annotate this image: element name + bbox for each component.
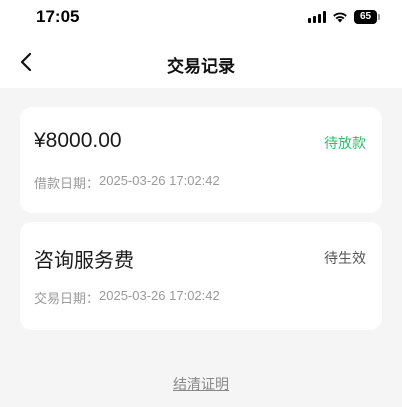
top-bar: 17:05 65 交易记录 xyxy=(0,0,402,88)
date-value: 2025-03-26 17:02:42 xyxy=(99,288,220,303)
page-title: 交易记录 xyxy=(167,57,235,77)
wifi-icon xyxy=(332,11,348,23)
status-bar: 17:05 65 xyxy=(0,0,402,36)
status-icons: 65 xyxy=(308,9,380,25)
nav-bar: 交易记录 xyxy=(0,44,402,84)
status-badge: 待生效 xyxy=(324,251,366,267)
settlement-certificate-link[interactable]: 结清证明 xyxy=(0,374,402,394)
service-fee-title: 咨询服务费 xyxy=(34,248,134,272)
signal-icon xyxy=(308,11,326,23)
transaction-card-service-fee[interactable]: 咨询服务费 待生效 交易日期： 2025-03-26 17:02:42 xyxy=(20,222,382,330)
date-label: 借款日期： xyxy=(34,177,100,192)
battery-level: 65 xyxy=(354,10,377,24)
loan-amount: ¥8000.00 xyxy=(34,129,122,152)
transaction-date: 交易日期： 2025-03-26 17:02:42 xyxy=(34,288,220,307)
transaction-card-loan[interactable]: ¥8000.00 待放款 借款日期： 2025-03-26 17:02:42 xyxy=(20,107,382,213)
status-time: 17:05 xyxy=(36,7,80,26)
battery-icon: 65 xyxy=(354,10,380,24)
loan-date: 借款日期： 2025-03-26 17:02:42 xyxy=(34,173,220,192)
status-badge: 待放款 xyxy=(324,136,366,152)
date-label: 交易日期： xyxy=(34,292,100,307)
date-value: 2025-03-26 17:02:42 xyxy=(99,173,220,188)
